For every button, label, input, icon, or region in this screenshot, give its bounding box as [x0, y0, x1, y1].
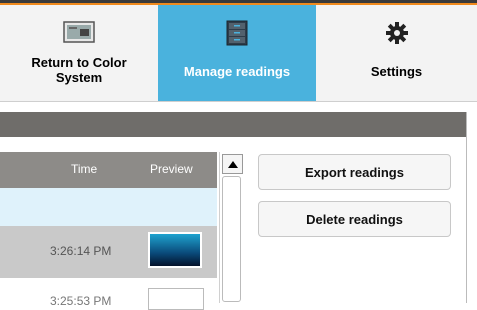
reading-time: 3:25:53 PM — [50, 294, 112, 308]
reading-preview-swatch — [148, 288, 204, 310]
table-row[interactable]: 3:26:14 PM — [0, 226, 217, 278]
scroll-up-button[interactable] — [222, 154, 243, 174]
triangle-up-icon — [227, 160, 238, 168]
export-readings-button[interactable]: Export readings — [258, 154, 451, 190]
panel-header-bar — [0, 112, 466, 137]
table-row-selected[interactable] — [0, 188, 217, 226]
settings-button[interactable]: Settings — [316, 5, 477, 101]
toolbar: Return to Color System Manage readings S… — [0, 3, 477, 101]
toolbar-divider — [0, 101, 477, 102]
gear-icon — [385, 21, 408, 45]
column-header-time[interactable]: Time — [71, 162, 97, 176]
readings-table-header: Time Preview — [0, 152, 217, 188]
monitor-icon — [63, 21, 95, 45]
manage-label: Manage readings — [183, 64, 291, 79]
cabinet-icon — [226, 20, 248, 46]
return-to-color-system-button[interactable]: Return to Color System — [0, 5, 158, 101]
scroll-thumb[interactable] — [222, 176, 241, 302]
table-scrollbar[interactable] — [219, 152, 245, 303]
return-label: Return to Color System — [31, 55, 127, 85]
reading-time: 3:26:14 PM — [50, 244, 112, 258]
delete-readings-button[interactable]: Delete readings — [258, 201, 451, 237]
manage-readings-button[interactable]: Manage readings — [158, 5, 316, 101]
settings-label: Settings — [370, 64, 423, 79]
panel-border — [466, 112, 467, 303]
reading-preview-swatch — [148, 232, 202, 268]
column-header-preview[interactable]: Preview — [150, 162, 193, 176]
table-row[interactable]: 3:25:53 PM — [0, 278, 217, 310]
